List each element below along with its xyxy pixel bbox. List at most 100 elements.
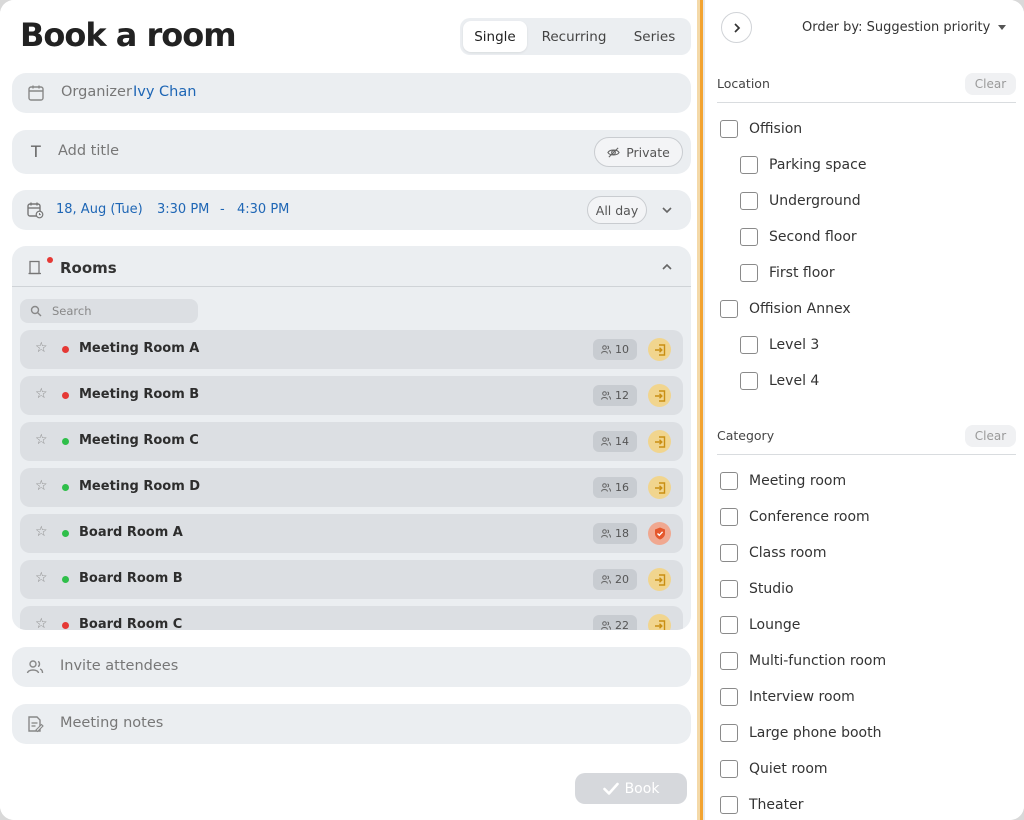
category-option[interactable]: Interview room — [720, 688, 855, 706]
category-option[interactable]: Conference room — [720, 508, 870, 526]
room-action-button[interactable] — [648, 568, 671, 591]
category-option[interactable]: Class room — [720, 544, 827, 562]
tab-single[interactable]: Single — [463, 21, 527, 52]
notes-field[interactable]: Meeting notes — [12, 704, 691, 744]
room-capacity-badge: 18 — [593, 523, 637, 544]
location-option[interactable]: Level 3 — [740, 336, 819, 354]
favorite-star-icon[interactable]: ☆ — [35, 524, 48, 540]
room-row[interactable]: ☆ Meeting Room D 16 — [20, 468, 683, 507]
checkbox[interactable] — [720, 508, 738, 526]
room-search-input[interactable]: Search — [20, 299, 198, 323]
favorite-star-icon[interactable]: ☆ — [35, 570, 48, 586]
rooms-alert-dot — [47, 257, 53, 263]
start-time[interactable]: 3:30 PM — [157, 202, 209, 217]
order-by-dropdown[interactable]: Order by: Suggestion priority — [802, 20, 1007, 35]
location-option[interactable]: Underground — [740, 192, 861, 210]
location-clear-button[interactable]: Clear — [965, 73, 1016, 95]
category-option[interactable]: Multi-function room — [720, 652, 886, 670]
room-action-button[interactable] — [648, 522, 671, 545]
search-placeholder: Search — [52, 304, 92, 318]
room-capacity-badge: 10 — [593, 339, 637, 360]
checkbox[interactable] — [720, 760, 738, 778]
end-time[interactable]: 4:30 PM — [237, 202, 289, 217]
location-option-label: Parking space — [769, 157, 867, 173]
category-option[interactable]: Studio — [720, 580, 794, 598]
tab-recurring[interactable]: Recurring — [527, 21, 621, 52]
category-clear-button[interactable]: Clear — [965, 425, 1016, 447]
checkbox[interactable] — [720, 300, 738, 318]
checkbox[interactable] — [720, 724, 738, 742]
checkbox[interactable] — [740, 336, 758, 354]
checkbox[interactable] — [720, 472, 738, 490]
category-option[interactable]: Lounge — [720, 616, 800, 634]
chevron-down-icon[interactable] — [661, 204, 673, 216]
location-option[interactable]: Parking space — [740, 156, 866, 174]
favorite-star-icon[interactable]: ☆ — [35, 616, 48, 630]
checkbox[interactable] — [740, 372, 758, 390]
location-option[interactable]: Second floor — [740, 228, 857, 246]
check-in-icon — [654, 481, 665, 494]
favorite-star-icon[interactable]: ☆ — [35, 478, 48, 494]
room-row[interactable]: ☆ Board Room B 20 — [20, 560, 683, 599]
all-day-toggle[interactable]: All day — [587, 196, 647, 224]
room-row[interactable]: ☆ Meeting Room B 12 — [20, 376, 683, 415]
checkbox[interactable] — [720, 544, 738, 562]
category-option[interactable]: Theater — [720, 796, 803, 814]
location-option[interactable]: First floor — [740, 264, 835, 282]
room-action-button[interactable] — [648, 430, 671, 453]
room-row[interactable]: ☆ Board Room A 18 — [20, 514, 683, 553]
notes-input[interactable]: Meeting notes — [60, 715, 163, 731]
checkbox[interactable] — [720, 652, 738, 670]
tab-series[interactable]: Series — [621, 21, 688, 52]
booking-type-toggle: Single Recurring Series — [460, 18, 691, 55]
date-value[interactable]: 18, Aug (Tue) — [56, 202, 143, 217]
location-option-label: Underground — [769, 193, 861, 209]
room-row[interactable]: ☆ Meeting Room A 10 — [20, 330, 683, 369]
attendees-field[interactable]: Invite attendees — [12, 647, 691, 687]
panel-resize-handle[interactable] — [697, 0, 705, 820]
room-row[interactable]: ☆ Board Room C 22 — [20, 606, 683, 630]
book-button[interactable]: Book — [575, 773, 687, 804]
checkbox[interactable] — [740, 228, 758, 246]
favorite-star-icon[interactable]: ☆ — [35, 340, 48, 356]
location-option[interactable]: Level 4 — [740, 372, 819, 390]
checkbox[interactable] — [720, 688, 738, 706]
organizer-name[interactable]: Ivy Chan — [133, 84, 196, 100]
checkbox[interactable] — [720, 120, 738, 138]
checkbox[interactable] — [740, 264, 758, 282]
checkbox[interactable] — [720, 796, 738, 814]
room-capacity: 20 — [615, 573, 629, 586]
private-toggle[interactable]: Private — [594, 137, 683, 167]
category-option[interactable]: Quiet room — [720, 760, 828, 778]
order-by-label: Order by: Suggestion priority — [802, 20, 991, 35]
category-title: Category — [717, 428, 775, 443]
location-option[interactable]: Offision Annex — [720, 300, 851, 318]
category-option[interactable]: Meeting room — [720, 472, 846, 490]
checkbox[interactable] — [720, 580, 738, 598]
rooms-header[interactable]: Rooms — [12, 246, 691, 287]
title-field[interactable]: T Add title Private — [12, 130, 691, 174]
room-action-button[interactable] — [648, 384, 671, 407]
chevron-up-icon[interactable] — [661, 261, 673, 273]
room-status-dot — [62, 576, 69, 583]
favorite-star-icon[interactable]: ☆ — [35, 432, 48, 448]
organizer-field[interactable]: Organizer Ivy Chan — [12, 73, 691, 113]
category-option[interactable]: Large phone booth — [720, 724, 881, 742]
check-in-icon — [654, 435, 665, 448]
attendees-input[interactable]: Invite attendees — [60, 658, 178, 674]
checkbox[interactable] — [740, 156, 758, 174]
favorite-star-icon[interactable]: ☆ — [35, 386, 48, 402]
checkbox[interactable] — [720, 616, 738, 634]
collapse-panel-button[interactable] — [721, 12, 752, 43]
room-capacity-badge: 20 — [593, 569, 637, 590]
room-action-button[interactable] — [648, 614, 671, 630]
room-action-button[interactable] — [648, 476, 671, 499]
category-option-label: Lounge — [749, 617, 801, 633]
title-input[interactable]: Add title — [58, 143, 119, 159]
page-title: Book a room — [20, 16, 237, 54]
category-divider — [717, 454, 1016, 455]
location-option[interactable]: Offision — [720, 120, 802, 138]
checkbox[interactable] — [740, 192, 758, 210]
room-action-button[interactable] — [648, 338, 671, 361]
room-row[interactable]: ☆ Meeting Room C 14 — [20, 422, 683, 461]
